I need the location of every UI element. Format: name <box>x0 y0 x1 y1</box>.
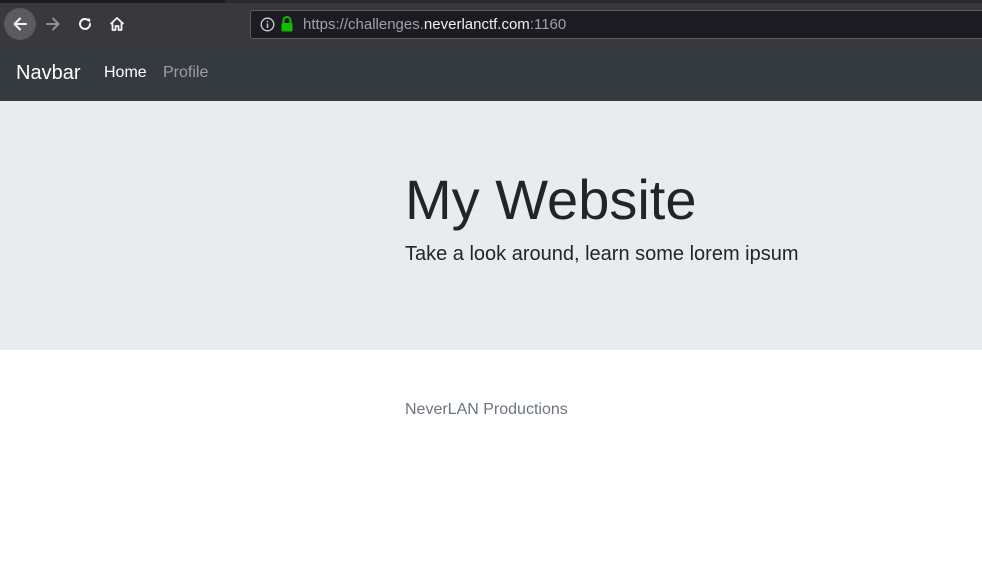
forward-arrow-icon <box>46 17 60 31</box>
forward-button[interactable] <box>37 8 69 40</box>
navbar-brand[interactable]: Navbar <box>16 62 80 85</box>
footer-text: NeverLAN Productions <box>405 401 568 418</box>
home-button[interactable] <box>101 8 133 40</box>
nav-link-profile[interactable]: Profile <box>163 64 208 82</box>
page-title: My Website <box>405 168 697 231</box>
home-icon <box>109 17 125 31</box>
site-navbar: Navbar Home Profile <box>0 45 982 101</box>
url-port: :1160 <box>529 16 567 33</box>
jumbotron: My Website Take a look around, learn som… <box>0 101 982 350</box>
tab-strip-active <box>0 0 225 3</box>
reload-button[interactable] <box>69 8 101 40</box>
browser-toolbar: https://challenges.neverlanctf.com:1160 <box>0 0 982 45</box>
lead-text: Take a look around, learn some lorem ips… <box>405 243 799 265</box>
back-button[interactable] <box>4 8 36 40</box>
url-text[interactable]: https://challenges.neverlanctf.com:1160 <box>303 16 566 33</box>
nav-link-home[interactable]: Home <box>104 64 147 82</box>
url-prefix: https://challenges. <box>303 16 424 33</box>
tab-strip <box>225 0 982 3</box>
url-domain: neverlanctf.com <box>423 16 530 33</box>
lock-icon[interactable] <box>280 15 294 33</box>
back-arrow-icon <box>13 17 27 31</box>
url-bar[interactable]: https://challenges.neverlanctf.com:1160 <box>250 10 982 39</box>
reload-icon <box>79 17 91 30</box>
info-icon[interactable] <box>260 17 275 32</box>
